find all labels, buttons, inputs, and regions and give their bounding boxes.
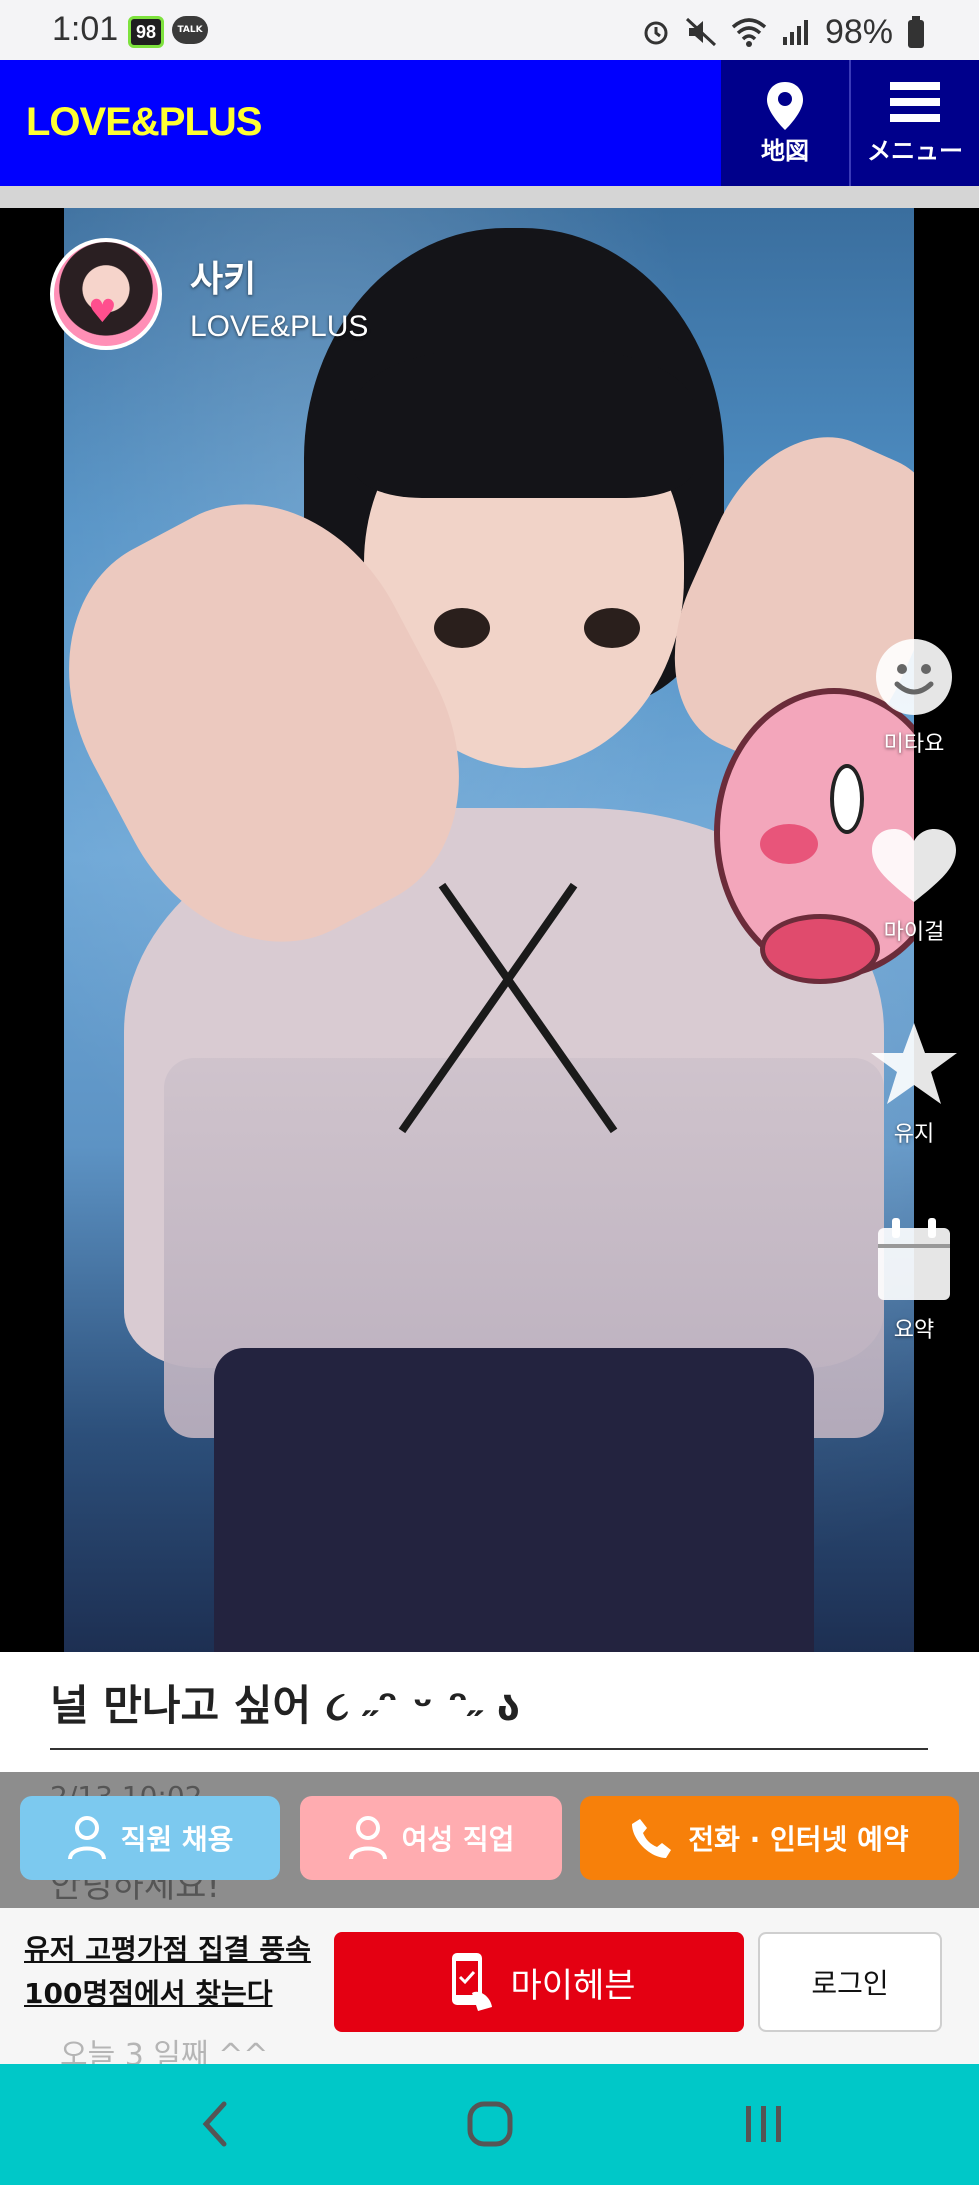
system-nav-bar <box>0 2064 979 2185</box>
myheaven-label: 마이헤븐 <box>510 1965 636 2006</box>
map-pin-icon <box>767 82 803 130</box>
person-icon <box>67 1816 106 1860</box>
smiley-icon <box>876 639 952 715</box>
mitayo-button[interactable]: 미타요 <box>866 636 962 758</box>
reservation-button[interactable]: 전화 · 인터넷 예약 <box>580 1796 959 1880</box>
star-icon <box>871 1023 957 1104</box>
phone-hand-icon <box>452 1953 493 2011</box>
home-icon <box>467 2101 513 2147</box>
keep-button[interactable]: 유지 <box>866 1020 962 1148</box>
women-job-button[interactable]: 여성 직업 <box>300 1796 562 1880</box>
avatar[interactable]: ♥ <box>50 238 162 350</box>
keep-label: 유지 <box>893 1122 935 1147</box>
login-label: 로그인 <box>811 1967 889 2000</box>
post-divider <box>50 1748 928 1750</box>
reservation-label: 전화 · 인터넷 예약 <box>688 1823 909 1856</box>
post-section: 널 만나고 싶어 ૮ ˶ᵔ ᵕ ᵔ˶ ა <box>0 1652 979 1772</box>
post-title: 널 만나고 싶어 ૮ ˶ᵔ ᵕ ᵔ˶ ა <box>50 1681 520 1730</box>
menu-button[interactable]: メニュー <box>851 60 979 186</box>
post-body-peek: 오늘 3 일째 ^^ <box>60 2038 269 2064</box>
notification-badge: 98 <box>128 16 164 48</box>
recents-icon <box>746 2106 781 2142</box>
profile-name: 사키 <box>190 259 257 300</box>
heart-icon <box>872 829 956 902</box>
signal-icon <box>782 20 808 45</box>
site-header: LOVE&PLUS 地図 メニュー <box>0 60 979 186</box>
wifi-icon <box>731 18 767 47</box>
battery-icon <box>908 16 924 48</box>
profile-shop: LOVE&PLUS <box>190 310 369 343</box>
promo-text[interactable]: 유저 고평가점 집결 풍속 100명점에서 찾는다 <box>24 1928 314 2016</box>
battery-level: 98% <box>824 12 893 51</box>
status-bar: 1:01 98 TALK 98% <box>0 0 979 60</box>
phone-icon <box>632 1819 672 1858</box>
header-shadow <box>0 186 979 208</box>
mitayo-label: 미타요 <box>883 732 945 757</box>
calendar-icon <box>878 1218 950 1300</box>
mygirl-label: 마이걸 <box>883 920 945 945</box>
summary-label: 요약 <box>893 1318 935 1343</box>
alarm-icon <box>644 21 668 45</box>
back-icon <box>202 2101 227 2147</box>
video-player[interactable]: ♥ 사키 LOVE&PLUS 미타요 마이걸 유지 요약 <box>0 208 979 1652</box>
login-button[interactable]: 로그인 <box>758 1932 942 2032</box>
hamburger-icon <box>890 82 940 122</box>
map-label: 地図 <box>761 137 809 165</box>
profile-photo <box>64 208 914 1652</box>
recents-button[interactable] <box>724 2094 804 2154</box>
staff-recruit-label: 직원 채용 <box>120 1823 234 1856</box>
back-button[interactable] <box>176 2094 256 2154</box>
page: 1:01 98 TALK 98% LOVE&PLUS 地図 メニュー ♥ 사키 … <box>0 0 979 2185</box>
staff-recruit-button[interactable]: 직원 채용 <box>20 1796 280 1880</box>
mygirl-button[interactable]: 마이걸 <box>866 826 962 946</box>
map-button[interactable]: 地図 <box>721 60 849 186</box>
mute-icon <box>685 17 716 47</box>
person-icon <box>348 1816 387 1860</box>
home-button[interactable] <box>450 2094 530 2154</box>
women-job-label: 여성 직업 <box>401 1823 515 1856</box>
promo-banner: 유저 고평가점 집결 풍속 100명점에서 찾는다 마이헤븐 로그인 오늘 3 … <box>0 1908 979 2064</box>
summary-button[interactable]: 요약 <box>866 1216 962 1344</box>
talk-icon: TALK <box>172 16 208 44</box>
status-icons: 98% <box>641 12 925 52</box>
site-logo[interactable]: LOVE&PLUS <box>26 100 262 145</box>
myheaven-button[interactable]: 마이헤븐 <box>334 1932 744 2032</box>
menu-label: メニュー <box>867 137 963 165</box>
action-bar: 2/13 10:02 안녕하세요! 직원 채용 여성 직업 전화 · 인터넷 예… <box>0 1772 979 1908</box>
status-time: 1:01 <box>52 10 119 48</box>
